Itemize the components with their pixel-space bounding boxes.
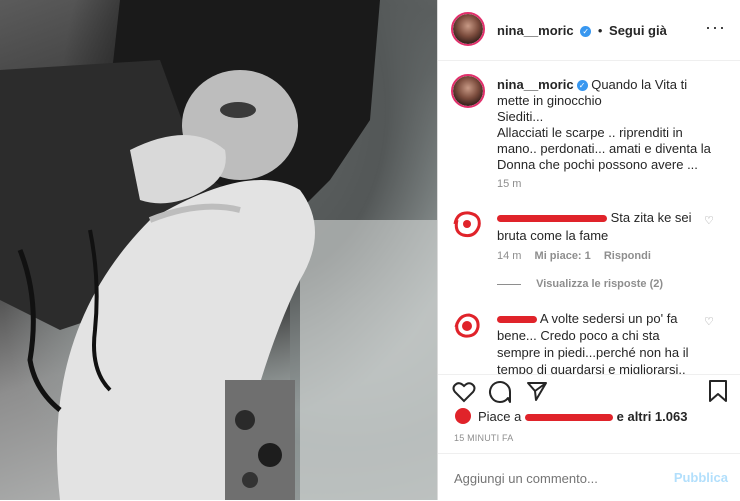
- caption-avatar[interactable]: [451, 74, 485, 108]
- comment-line: Sta zita ke sei: [610, 210, 692, 225]
- caption-line: mette in ginocchio: [497, 93, 602, 108]
- comment-line: sempre in piedi...perché non ha il: [497, 345, 689, 360]
- header-user-line: nina__moric ✓ • Segui già: [497, 23, 667, 38]
- reply-button[interactable]: Rispondi: [604, 250, 651, 262]
- post-actions: Piace a e altri 1.063 15 MINUTI FA: [438, 374, 740, 465]
- comment-like-icon[interactable]: ♡: [704, 315, 714, 328]
- post-header: nina__moric ✓ • Segui già ···: [438, 0, 740, 61]
- caption-text: nina__moric ✓ Quando la Vita ti mette in …: [497, 77, 727, 173]
- avatar[interactable]: [451, 12, 485, 46]
- caption-username[interactable]: nina__moric: [497, 77, 574, 92]
- comment-line: bruta come la fame: [497, 228, 609, 243]
- comment-likes[interactable]: Mi piace: 1: [535, 250, 591, 262]
- comment-text: Sta zita ke sei bruta come la fame: [497, 209, 712, 245]
- comment-icon[interactable]: [488, 380, 512, 404]
- dot-separator: •: [597, 23, 603, 38]
- redacted-username: [497, 215, 607, 223]
- caption-line: mano.. perdonati... amati e diventa la: [497, 141, 711, 156]
- replies-line: [497, 283, 521, 285]
- redaction-scribble: [453, 211, 481, 238]
- post-side-panel: nina__moric ✓ • Segui già ··· nina__mori…: [438, 0, 740, 500]
- comment-line: bene... Credo poco a chi sta: [497, 328, 660, 343]
- view-replies-label: Visualizza le risposte (2): [536, 278, 664, 290]
- comments-list: nina__moric ✓ Quando la Vita ti mette in …: [438, 61, 740, 374]
- follow-button[interactable]: Segui già: [609, 23, 667, 38]
- photo-illustration: [0, 0, 437, 500]
- caption-time[interactable]: 15 m: [497, 178, 521, 190]
- post-photo[interactable]: [0, 0, 437, 500]
- comment-time[interactable]: 14 m: [497, 250, 521, 262]
- caption-line: Allacciati le scarpe .. riprenditi in: [497, 125, 683, 140]
- caption-avatar-image: [453, 76, 483, 106]
- comment-line: tempo di guardarsi e migliorarsi..: [497, 362, 686, 374]
- comment-avatar-redacted[interactable]: [451, 309, 483, 341]
- caption-line: Donna che pochi possono avere ...: [497, 157, 698, 172]
- likes-line: Piace a e altri 1.063: [478, 409, 687, 424]
- more-horizontal-icon[interactable]: ···: [705, 17, 726, 38]
- likers-avatar-redacted[interactable]: [454, 407, 472, 425]
- publish-button[interactable]: Pubblica: [674, 470, 728, 485]
- bookmark-icon[interactable]: [708, 379, 728, 403]
- caption-line: Quando la Vita ti: [591, 77, 688, 92]
- comment-input[interactable]: [452, 468, 666, 488]
- verified-icon: ✓: [576, 80, 588, 91]
- redaction-scribble: [455, 408, 471, 424]
- redaction-scribble: [454, 313, 480, 338]
- redacted-username[interactable]: [525, 414, 613, 422]
- share-icon[interactable]: [526, 380, 548, 402]
- verified-icon: ✓: [580, 26, 592, 37]
- comment-line: A volte sedersi un po' fa: [539, 311, 678, 326]
- heart-icon[interactable]: [452, 381, 476, 403]
- add-comment-bar: Pubblica: [438, 453, 740, 501]
- view-replies[interactable]: Visualizza le risposte (2): [497, 278, 663, 290]
- comment-text: A volte sedersi un po' fa bene... Credo …: [497, 310, 712, 374]
- caption-line: Siediti...: [497, 109, 544, 124]
- comment-meta: 14 m Mi piace: 1 Rispondi: [497, 250, 651, 262]
- post-timestamp[interactable]: 15 MINUTI FA: [454, 433, 513, 443]
- likes-prefix: Piace a: [478, 409, 522, 424]
- likes-suffix[interactable]: e altri 1.063: [617, 409, 688, 424]
- redacted-username: [497, 316, 537, 324]
- avatar-image: [453, 14, 483, 44]
- comment-like-icon[interactable]: ♡: [704, 214, 714, 227]
- comment-avatar-redacted[interactable]: [451, 208, 483, 240]
- header-username[interactable]: nina__moric: [497, 23, 574, 38]
